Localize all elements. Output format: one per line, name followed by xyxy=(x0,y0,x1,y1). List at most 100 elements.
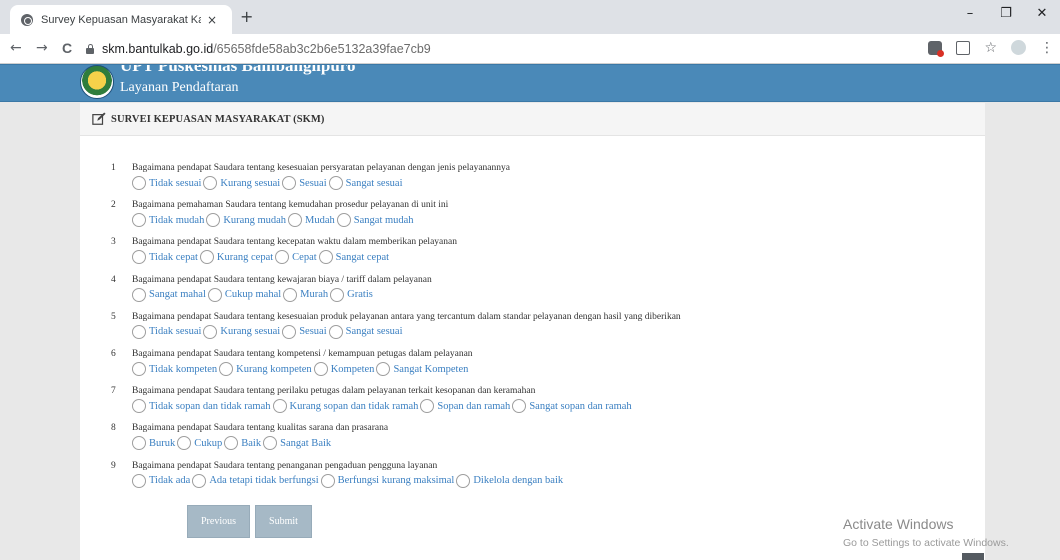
radio-button[interactable] xyxy=(203,176,218,190)
answer-option[interactable]: Berfungsi kurang maksimal xyxy=(320,473,454,488)
radio-button[interactable] xyxy=(328,324,343,339)
radio-button[interactable] xyxy=(320,473,335,488)
radio-button[interactable] xyxy=(132,362,146,376)
star-icon[interactable]: ☆ xyxy=(984,41,997,55)
radio-button[interactable] xyxy=(224,436,239,451)
answer-option[interactable]: Murah xyxy=(283,287,328,302)
radio-button[interactable] xyxy=(420,399,435,414)
answer-option[interactable]: Sesuai xyxy=(282,324,327,339)
answer-option[interactable]: Cepat xyxy=(275,250,317,265)
tab-close-icon[interactable]: × xyxy=(207,13,217,27)
answer-option[interactable]: Kompeten xyxy=(313,362,375,376)
radio-button[interactable] xyxy=(132,176,146,190)
answer-option[interactable]: Tidak kompeten xyxy=(132,362,217,376)
answer-option[interactable]: Dikelola dengan baik xyxy=(456,473,563,488)
radio-button[interactable] xyxy=(328,176,343,190)
url-host: skm.bantulkab.go.id xyxy=(102,42,214,56)
answer-options: Sangat mahal Cukup mahal Murah Gratis xyxy=(132,287,375,302)
answer-option[interactable]: Kurang sesuai xyxy=(203,176,280,190)
answer-option[interactable]: Sesuai xyxy=(282,176,327,190)
answer-option[interactable]: Sopan dan ramah xyxy=(420,399,510,414)
close-window-icon[interactable]: ✕ xyxy=(1024,0,1060,30)
answer-option[interactable]: Tidak sesuai xyxy=(132,324,201,339)
radio-button[interactable] xyxy=(275,250,290,265)
answer-option[interactable]: Kurang cepat xyxy=(199,250,273,265)
answer-option[interactable]: Gratis xyxy=(330,287,373,302)
radio-button[interactable] xyxy=(376,362,391,376)
answer-option[interactable]: Kurang sesuai xyxy=(203,324,280,339)
answer-option[interactable]: Sangat sesuai xyxy=(328,324,403,339)
answer-option[interactable]: Kurang mudah xyxy=(206,213,287,228)
radio-button[interactable] xyxy=(512,399,527,414)
answer-option[interactable]: Tidak sopan dan tidak ramah xyxy=(132,399,271,414)
radio-button[interactable] xyxy=(336,213,351,228)
answer-option-label: Kompeten xyxy=(330,363,375,375)
translate-icon[interactable] xyxy=(956,40,971,55)
menu-icon[interactable]: ⋮ xyxy=(1040,41,1054,55)
forward-arrow-icon[interactable]: → xyxy=(36,40,48,56)
radio-button[interactable] xyxy=(132,324,146,339)
answer-option[interactable]: Baik xyxy=(224,436,261,451)
answer-option-label: Ada tetapi tidak berfungsi xyxy=(209,475,319,487)
profile-icon[interactable] xyxy=(1011,40,1026,55)
answer-option[interactable]: Kurang sopan dan tidak ramah xyxy=(272,399,419,414)
extension-icon[interactable] xyxy=(928,40,945,57)
back-arrow-icon[interactable]: ← xyxy=(10,40,22,56)
answer-option[interactable]: Sangat sesuai xyxy=(328,176,403,190)
answer-option[interactable]: Cukup xyxy=(177,436,222,451)
answer-option[interactable]: Tidak sesuai xyxy=(132,176,201,190)
answer-option[interactable]: Ada tetapi tidak berfungsi xyxy=(192,473,319,488)
radio-button[interactable] xyxy=(282,324,297,339)
radio-button[interactable] xyxy=(219,362,234,376)
radio-button[interactable] xyxy=(456,473,471,488)
answer-option[interactable]: Sangat mahal xyxy=(132,287,206,302)
radio-button[interactable] xyxy=(313,362,328,376)
answer-option-label: Kurang sopan dan tidak ramah xyxy=(289,400,419,412)
radio-button[interactable] xyxy=(330,287,345,302)
answer-option[interactable]: Sangat cepat xyxy=(318,250,389,265)
radio-button[interactable] xyxy=(132,213,146,228)
answer-option[interactable]: Sangat sopan dan ramah xyxy=(512,399,632,414)
radio-button[interactable] xyxy=(263,436,278,451)
radio-button[interactable] xyxy=(132,399,146,414)
radio-button[interactable] xyxy=(207,287,222,302)
answer-option[interactable]: Tidak ada xyxy=(132,473,190,488)
answer-options: Tidak kompeten Kurang kompeten Kompeten San… xyxy=(132,362,470,376)
answer-option[interactable]: Buruk xyxy=(132,436,175,451)
answer-options: Tidak sopan dan tidak ramah Kurang sopan … xyxy=(132,399,634,414)
radio-button[interactable] xyxy=(288,213,303,228)
answer-option[interactable]: Tidak mudah xyxy=(132,213,204,228)
radio-button[interactable] xyxy=(177,436,192,451)
radio-button[interactable] xyxy=(203,324,218,339)
answer-option[interactable]: Tidak cepat xyxy=(132,250,198,265)
radio-button[interactable] xyxy=(199,250,214,265)
new-tab-icon[interactable]: + xyxy=(240,7,253,26)
reload-icon[interactable]: C xyxy=(62,40,72,56)
question-item: 1 Bagaimana pendapat Saudara tentang kese… xyxy=(80,163,985,203)
radio-button[interactable] xyxy=(283,287,298,302)
answer-option[interactable]: Sangat Baik xyxy=(263,436,331,451)
radio-button[interactable] xyxy=(272,399,287,414)
radio-button[interactable] xyxy=(206,213,221,228)
address-bar[interactable]: skm.bantulkab.go.id/65658fde58ab3c2b6e51… xyxy=(86,38,946,60)
answer-option[interactable]: Kurang kompeten xyxy=(219,362,312,376)
answer-option-label: Kurang mudah xyxy=(223,214,287,226)
question-item: 8 Bagaimana pendapat Saudara tentang kual… xyxy=(80,423,985,463)
previous-button[interactable]: Previous xyxy=(187,505,250,538)
answer-option[interactable]: Sangat mudah xyxy=(336,213,414,228)
radio-button[interactable] xyxy=(132,436,146,451)
radio-button[interactable] xyxy=(282,176,297,190)
radio-button[interactable] xyxy=(132,250,146,265)
submit-button[interactable]: Submit xyxy=(255,505,312,538)
answer-option[interactable]: Cukup mahal xyxy=(207,287,281,302)
radio-button[interactable] xyxy=(318,250,333,265)
answer-option[interactable]: Mudah xyxy=(288,213,335,228)
minimize-icon[interactable]: – xyxy=(952,0,988,30)
radio-button[interactable] xyxy=(132,287,146,302)
maximize-icon[interactable]: ❐ xyxy=(988,0,1024,30)
radio-button[interactable] xyxy=(192,473,207,488)
question-number: 1 xyxy=(111,163,116,173)
answer-option[interactable]: Sangat Kompeten xyxy=(376,362,468,376)
browser-tab[interactable]: Survey Kepuasan Masyarakat Kab × xyxy=(10,5,232,34)
radio-button[interactable] xyxy=(132,473,146,488)
